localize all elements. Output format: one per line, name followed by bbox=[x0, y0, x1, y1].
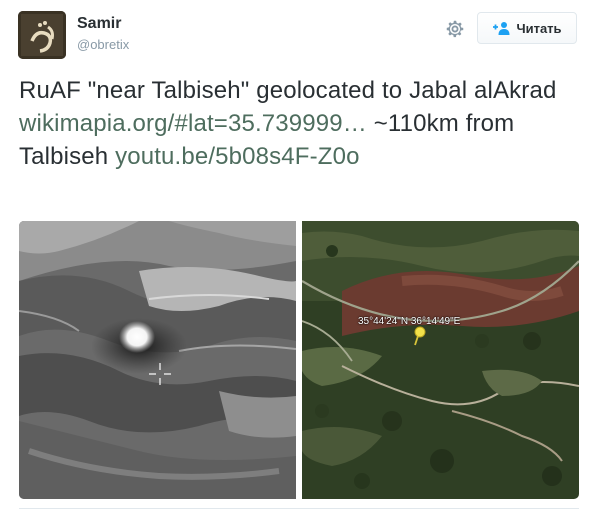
author-name[interactable]: Samir bbox=[77, 15, 121, 33]
coordinate-label: 35°44'24"N 36°14'49"E bbox=[358, 316, 461, 327]
tweet-link-youtube[interactable]: youtu.be/5b08s4F-Z0o bbox=[115, 143, 360, 170]
follow-button[interactable]: Читать bbox=[477, 12, 577, 44]
follow-button-label: Читать bbox=[516, 20, 562, 36]
gear-icon[interactable] bbox=[444, 18, 466, 40]
tweet-text: RuAF "near Talbiseh" geolocated to Jabal… bbox=[19, 74, 579, 173]
photo-thermal-strike[interactable] bbox=[19, 221, 296, 499]
tweet-link-wikimapia[interactable]: wikimapia.org/#lat=35.739999… bbox=[19, 110, 367, 137]
add-user-icon bbox=[493, 22, 510, 35]
photo-satellite-map[interactable] bbox=[302, 221, 579, 499]
tweet-text-part1: RuAF "near Talbiseh" geolocated to Jabal… bbox=[19, 77, 557, 104]
author-handle[interactable]: @obretix bbox=[77, 37, 129, 52]
divider bbox=[19, 508, 579, 509]
avatar[interactable] bbox=[18, 11, 66, 59]
